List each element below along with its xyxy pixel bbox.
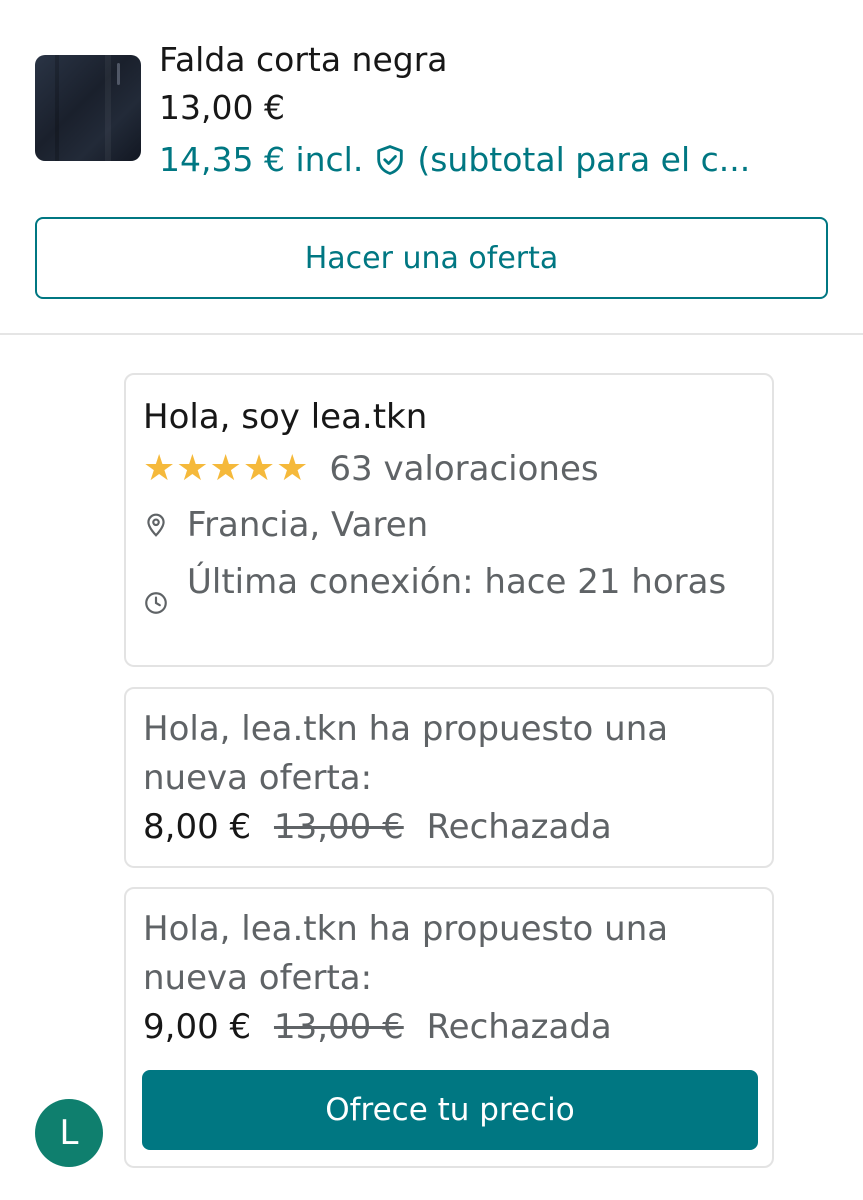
seller-rating[interactable]: ★★★★★ 63 valoraciones — [143, 447, 599, 491]
thumbnail-fold — [55, 55, 59, 161]
shield-check-icon — [377, 145, 404, 175]
seller-profile-card[interactable]: Hola, soy lea.tkn ★★★★★ 63 valoraciones … — [124, 373, 774, 667]
offer-status: Rechazada — [426, 807, 612, 847]
offer-your-price-button[interactable]: Ofrece tu precio — [142, 1070, 758, 1150]
make-offer-button[interactable]: Hacer una oferta — [35, 217, 828, 299]
total-price-value: 14,35 € incl. — [159, 140, 364, 179]
offer-original-price: 13,00 € — [273, 807, 404, 847]
product-total-price[interactable]: 14,35 € incl. (subtotal para el c... — [159, 138, 750, 182]
product-price: 13,00 € — [159, 88, 285, 127]
offer-original-price: 13,00 € — [273, 1007, 404, 1047]
user-avatar[interactable]: L — [35, 1099, 103, 1167]
total-price-note: (subtotal para el c... — [417, 140, 751, 179]
thumbnail-fold — [105, 55, 111, 161]
product-thumbnail[interactable] — [35, 55, 141, 161]
offer-price-line: 9,00 € 13,00 € Rechazada — [143, 1005, 612, 1049]
star-rating-icon: ★★★★★ — [143, 448, 310, 489]
offer-message-text: Hola, lea.tkn ha propuesto una nueva ofe… — [143, 909, 669, 998]
product-title[interactable]: Falda corta negra — [159, 38, 448, 82]
seller-greeting: Hola, soy lea.tkn — [143, 397, 428, 437]
last-seen-text: Última conexión: hace 21 horas — [187, 562, 727, 602]
seller-location: Francia, Varen — [143, 503, 428, 547]
thumbnail-seam — [117, 63, 120, 85]
offer-message-text: Hola, lea.tkn ha propuesto una nueva ofe… — [143, 709, 669, 798]
location-text: Francia, Varen — [187, 505, 429, 545]
offer-amount: 8,00 € — [143, 807, 252, 847]
offer-status: Rechazada — [426, 1007, 612, 1047]
offer-price-line: 8,00 € 13,00 € Rechazada — [143, 805, 612, 849]
rating-count: 63 valoraciones — [329, 449, 599, 489]
offer-message-card: Hola, lea.tkn ha propuesto una nueva ofe… — [124, 687, 774, 868]
offer-message-card: Hola, lea.tkn ha propuesto una nueva ofe… — [124, 887, 774, 1168]
clock-icon — [145, 592, 167, 614]
section-divider — [0, 333, 863, 335]
offer-amount: 9,00 € — [143, 1007, 252, 1047]
location-pin-icon — [147, 513, 165, 537]
